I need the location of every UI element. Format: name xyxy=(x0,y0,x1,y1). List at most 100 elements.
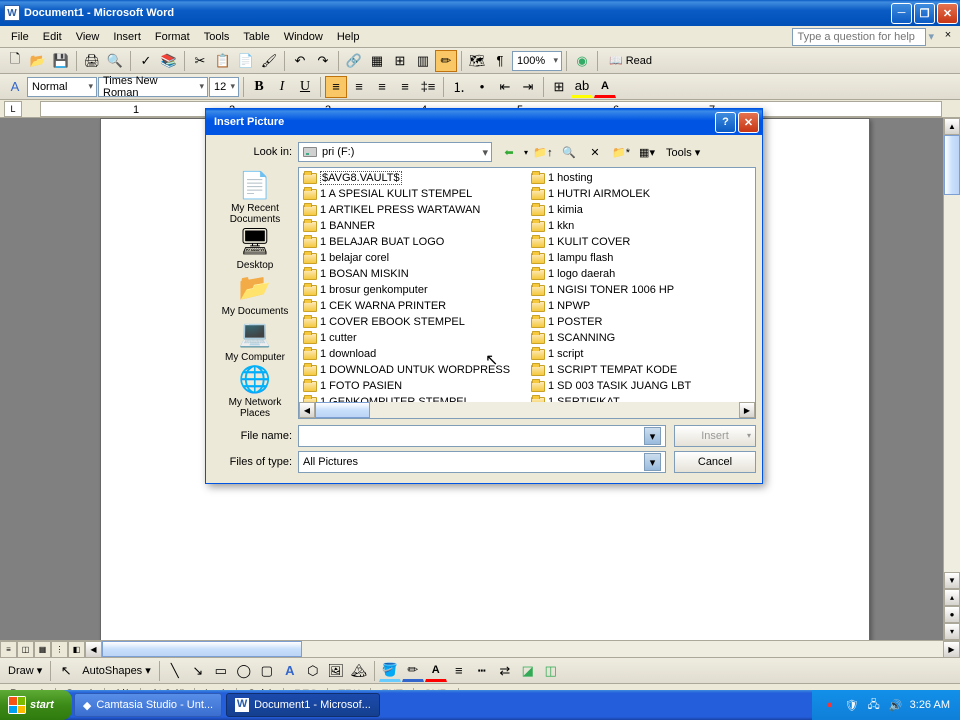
shadow-button[interactable]: ◪ xyxy=(517,660,539,682)
folder-item[interactable]: 1 brosur genkomputer xyxy=(303,282,523,298)
borders-button[interactable]: ⊞ xyxy=(548,76,570,98)
menu-window[interactable]: Window xyxy=(277,29,330,45)
wordart-button[interactable]: A xyxy=(279,660,301,682)
menu-tools[interactable]: Tools xyxy=(197,29,237,45)
textbox-tool[interactable]: ▢ xyxy=(256,660,278,682)
print-preview-button[interactable]: 🔍 xyxy=(104,50,126,72)
folder-item[interactable]: 1 lampu flash xyxy=(531,250,751,266)
paste-button[interactable]: 📄 xyxy=(235,50,257,72)
menu-view[interactable]: View xyxy=(69,29,107,45)
scroll-left-button[interactable]: ◀ xyxy=(85,641,102,658)
help-button[interactable]: ◉ xyxy=(571,50,593,72)
taskbar-item-camtasia[interactable]: ◆ Camtasia Studio - Unt... xyxy=(74,693,222,717)
taskbar-item-word[interactable]: W Document1 - Microsof... xyxy=(226,693,380,717)
close-button[interactable]: ✕ xyxy=(937,3,958,24)
help-dropdown-icon[interactable]: ▾ xyxy=(928,30,934,43)
views-button[interactable]: ▦▾ xyxy=(636,141,658,163)
oval-tool[interactable]: ◯ xyxy=(233,660,255,682)
file-scroll-left[interactable]: ◀ xyxy=(299,402,315,418)
align-justify-button[interactable]: ≡ xyxy=(394,76,416,98)
align-center-button[interactable]: ≡ xyxy=(348,76,370,98)
show-hide-button[interactable]: ¶ xyxy=(489,50,511,72)
tray-shield-icon[interactable]: 🛡 xyxy=(844,697,860,713)
scroll-thumb-h[interactable] xyxy=(102,641,302,657)
folder-item[interactable]: 1 SCANNING xyxy=(531,330,751,346)
arrow-tool[interactable]: ↘ xyxy=(187,660,209,682)
folder-item[interactable]: 1 NPWP xyxy=(531,298,751,314)
print-button[interactable]: 🖨 xyxy=(81,50,103,72)
insert-table-button[interactable]: ⊞ xyxy=(389,50,411,72)
folder-item[interactable]: 1 belajar corel xyxy=(303,250,523,266)
tab-selector[interactable]: L xyxy=(4,101,22,117)
folder-item[interactable]: 1 BOSAN MISKIN xyxy=(303,266,523,282)
vertical-scrollbar[interactable]: ▲ ▼ ▴ ● ▾ xyxy=(943,118,960,640)
format-painter-button[interactable]: 🖌 xyxy=(258,50,280,72)
horizontal-scrollbar[interactable]: ◀ ▶ xyxy=(85,641,960,657)
folder-item[interactable]: 1 kimia xyxy=(531,202,751,218)
folder-item[interactable]: 1 COVER EBOOK STEMPEL xyxy=(303,314,523,330)
file-list-area[interactable]: $AVG8.VAULT$1 A SPESIAL KULIT STEMPEL1 A… xyxy=(298,167,756,419)
menu-insert[interactable]: Insert xyxy=(106,29,148,45)
place-network[interactable]: 🌐My Network Places xyxy=(216,363,294,419)
arrow-style-button[interactable]: ⇄ xyxy=(494,660,516,682)
dialog-help-button[interactable]: ? xyxy=(715,112,736,133)
restore-button[interactable]: ❐ xyxy=(914,3,935,24)
folder-item[interactable]: 1 A SPESIAL KULIT STEMPEL xyxy=(303,186,523,202)
zoom-combo[interactable]: 100% xyxy=(512,51,562,71)
prev-page-button[interactable]: ▴ xyxy=(944,589,960,606)
browse-object-button[interactable]: ● xyxy=(944,606,960,623)
columns-button[interactable]: ▥ xyxy=(412,50,434,72)
file-scroll-thumb[interactable] xyxy=(315,402,370,418)
doc-map-button[interactable]: 🗺 xyxy=(466,50,488,72)
folder-item[interactable]: 1 hosting xyxy=(531,170,751,186)
folder-item[interactable]: $AVG8.VAULT$ xyxy=(303,170,523,186)
folder-item[interactable]: 1 POSTER xyxy=(531,314,751,330)
styles-pane-button[interactable]: A xyxy=(4,76,26,98)
tables-borders-button[interactable]: ▦ xyxy=(366,50,388,72)
menu-table[interactable]: Table xyxy=(236,29,276,45)
align-right-button[interactable]: ≡ xyxy=(371,76,393,98)
folder-item[interactable]: 1 kkn xyxy=(531,218,751,234)
folder-item[interactable]: 1 cutter xyxy=(303,330,523,346)
font-color-button[interactable]: A xyxy=(594,76,616,98)
cut-button[interactable]: ✂ xyxy=(189,50,211,72)
fill-color-button[interactable]: 🪣 xyxy=(379,660,401,682)
draw-menu[interactable]: Draw ▾ xyxy=(4,664,46,677)
folder-item[interactable]: 1 NGISI TONER 1006 HP xyxy=(531,282,751,298)
normal-view-button[interactable]: ≡ xyxy=(0,641,17,658)
new-folder-button[interactable]: 📁* xyxy=(610,141,632,163)
copy-button[interactable]: 📋 xyxy=(212,50,234,72)
dialog-close-button[interactable]: ✕ xyxy=(738,112,759,133)
clipart-button[interactable]: 🖼 xyxy=(325,660,347,682)
scroll-down-button[interactable]: ▼ xyxy=(944,572,960,589)
folder-item[interactable]: 1 DOWNLOAD UNTUK WORDPRESS xyxy=(303,362,523,378)
help-close-button[interactable]: × xyxy=(940,29,956,45)
dialog-titlebar[interactable]: Insert Picture ? ✕ xyxy=(206,109,762,135)
scroll-thumb-v[interactable] xyxy=(944,135,960,195)
folder-item[interactable]: 1 SD 003 TASIK JUANG LBT xyxy=(531,378,751,394)
place-recent[interactable]: 📄My Recent Documents xyxy=(216,169,294,225)
web-view-button[interactable]: ◫ xyxy=(17,641,34,658)
lookin-combo[interactable]: pri (F:) xyxy=(298,142,492,162)
folder-item[interactable]: 1 BELAJAR BUAT LOGO xyxy=(303,234,523,250)
scroll-up-button[interactable]: ▲ xyxy=(944,118,960,135)
filetype-combo[interactable]: All Pictures xyxy=(298,451,666,473)
cancel-button[interactable]: Cancel xyxy=(674,451,756,473)
line-tool[interactable]: ╲ xyxy=(164,660,186,682)
open-button[interactable]: 📂 xyxy=(27,50,49,72)
back-dropdown[interactable]: ▾ xyxy=(524,148,528,157)
tray-network-icon[interactable]: 🖧 xyxy=(866,697,882,713)
file-scroll-right[interactable]: ▶ xyxy=(739,402,755,418)
line-style-button[interactable]: ≡ xyxy=(448,660,470,682)
tools-menu[interactable]: Tools ▾ xyxy=(662,146,704,159)
start-button[interactable]: start xyxy=(0,690,72,720)
redo-button[interactable]: ↷ xyxy=(312,50,334,72)
print-view-button[interactable]: ▦ xyxy=(34,641,51,658)
folder-item[interactable]: 1 CEK WARNA PRINTER xyxy=(303,298,523,314)
spelling-button[interactable]: ✓ xyxy=(135,50,157,72)
tray-recording-icon[interactable]: ● xyxy=(822,697,838,713)
filename-field[interactable] xyxy=(298,425,666,447)
italic-button[interactable]: I xyxy=(271,76,293,98)
back-button[interactable]: ⬅ xyxy=(498,141,520,163)
menu-help[interactable]: Help xyxy=(330,29,367,45)
